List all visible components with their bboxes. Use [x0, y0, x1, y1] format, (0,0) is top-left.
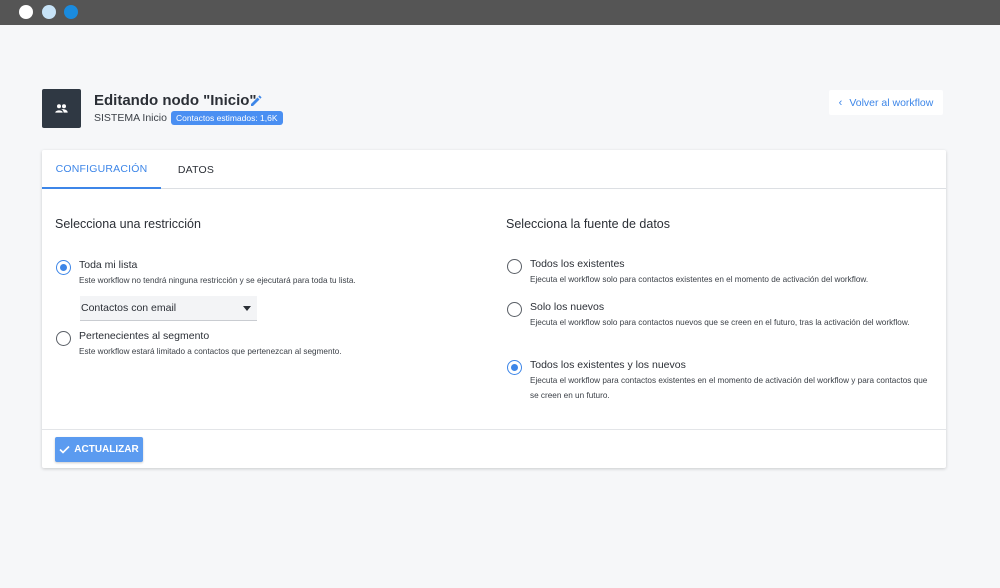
update-button[interactable]: ACTUALIZAR: [55, 437, 143, 462]
option-label: Solo los nuevos: [530, 301, 605, 313]
tab-bar: CONFIGURACIÓN DATOS: [42, 150, 946, 189]
divider: [42, 429, 946, 430]
option-label: Todos los existentes: [530, 258, 625, 270]
page-title: Editando nodo "Inicio": [94, 92, 257, 109]
tab-datos[interactable]: DATOS: [161, 150, 231, 189]
source-title: Selecciona la fuente de datos: [506, 217, 671, 231]
radio-existentes[interactable]: [507, 259, 522, 274]
window-minimize-dot[interactable]: [42, 5, 56, 19]
group-icon: [42, 89, 81, 128]
option-description: Este workflow estará limitado a contacto…: [79, 347, 342, 356]
window-close-dot[interactable]: [19, 5, 33, 19]
radio-segmento[interactable]: [56, 331, 71, 346]
option-description: Ejecuta el workflow solo para contactos …: [530, 318, 910, 327]
contacts-badge: Contactos estimados: 1,6K: [170, 111, 283, 125]
select-value: Contactos con email: [81, 302, 177, 314]
option-label: Pertenecientes al segmento: [79, 330, 210, 342]
option-description: Ejecuta el workflow solo para contactos …: [530, 275, 869, 284]
option-label: Toda mi lista: [79, 259, 138, 271]
caret-down-icon: [243, 306, 251, 311]
window-maximize-dot[interactable]: [64, 5, 78, 19]
radio-toda-mi-lista[interactable]: [56, 260, 71, 275]
contact-filter-select[interactable]: Contactos con email: [80, 296, 257, 321]
node-type-label: SISTEMA Inicio: [94, 112, 167, 124]
radio-existentes-y-nuevos[interactable]: [507, 360, 522, 375]
check-icon: [59, 445, 70, 454]
option-label: Todos los existentes y los nuevos: [530, 359, 686, 371]
restriction-title: Selecciona una restricción: [55, 217, 201, 231]
back-button-label: Volver al workflow: [849, 96, 934, 109]
node-header: Editando nodo "Inicio" SISTEMA Inicio Co…: [42, 89, 946, 129]
node-subtitle: SISTEMA Inicio Contactos estimados: 1,6K: [94, 111, 283, 125]
radio-nuevos[interactable]: [507, 302, 522, 317]
tab-configuracion[interactable]: CONFIGURACIÓN: [42, 150, 161, 189]
pencil-icon[interactable]: [249, 94, 263, 108]
back-to-workflow-button[interactable]: ‹ Volver al workflow: [829, 90, 943, 115]
chevron-left-icon: ‹: [838, 96, 843, 109]
update-button-label: ACTUALIZAR: [74, 444, 139, 455]
option-description: Ejecuta el workflow para contactos exist…: [530, 376, 928, 400]
option-description: Este workflow no tendrá ninguna restricc…: [79, 276, 356, 285]
window-titlebar: [0, 0, 1000, 25]
config-card: CONFIGURACIÓN DATOS Selecciona una restr…: [42, 150, 946, 468]
